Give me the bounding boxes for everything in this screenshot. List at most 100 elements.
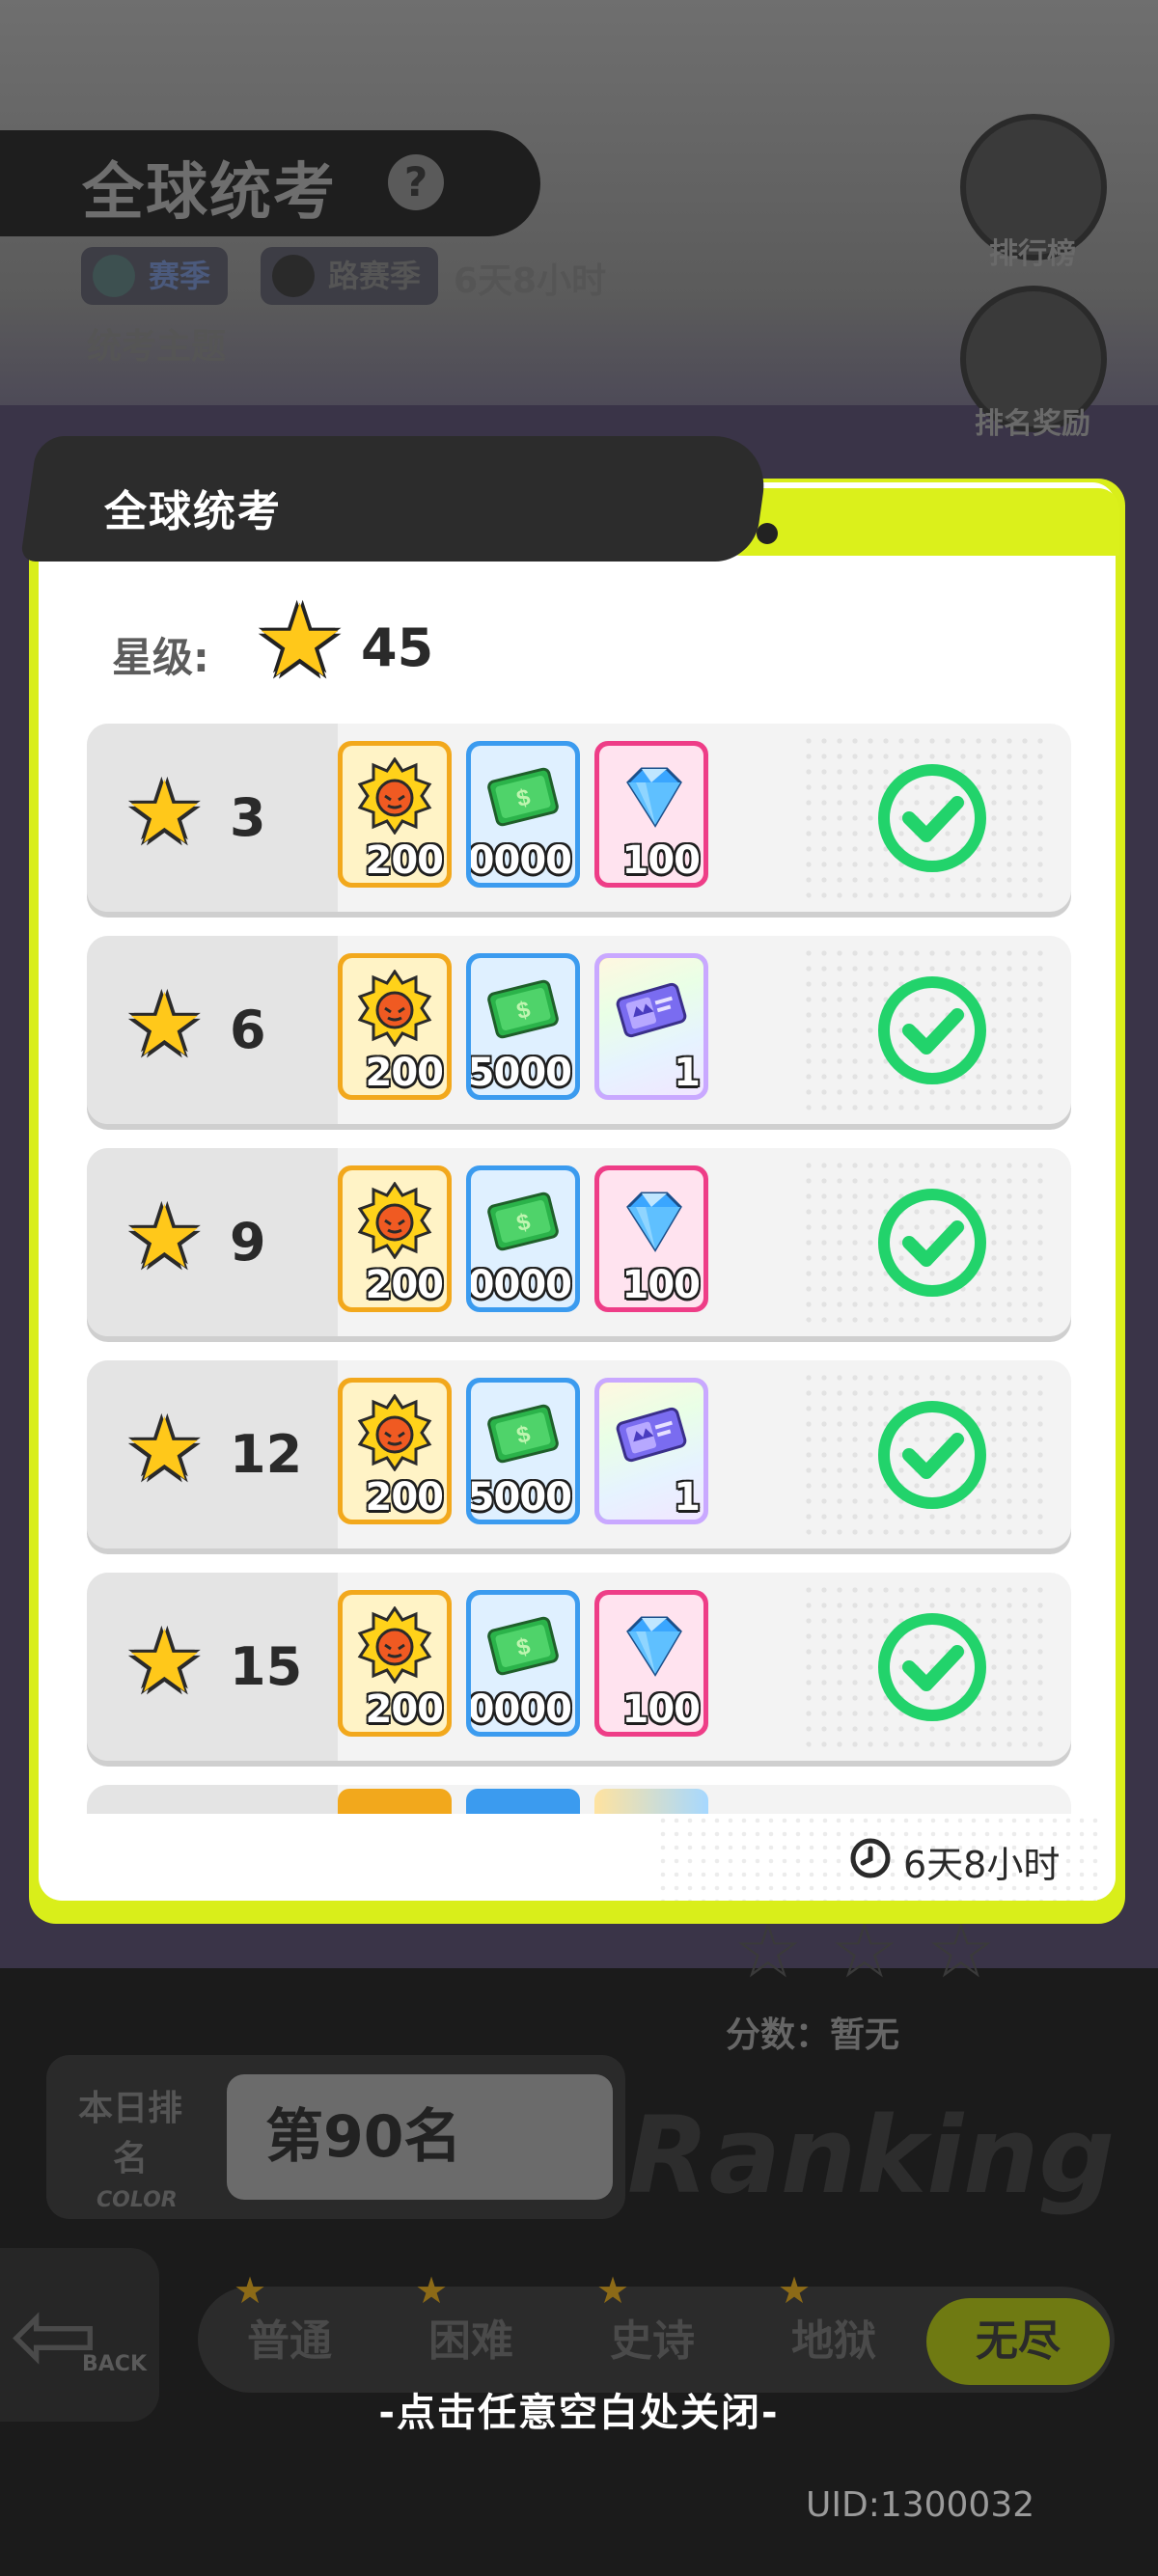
road-season-chip[interactable]: 路赛季: [261, 247, 439, 305]
reward-row-partial: [87, 1785, 1071, 1814]
reward-quantity: 100: [621, 1687, 701, 1732]
reward-item-inner: $25000: [471, 1383, 575, 1520]
reward-item-inner: 200: [343, 958, 447, 1095]
leaderboard-label: 排行榜: [989, 237, 1076, 271]
reward-quantity: 200: [365, 1687, 444, 1732]
cash-icon: $: [484, 757, 562, 835]
modal-header-dot: [757, 523, 778, 544]
bg-theme-label: 统考主题: [87, 327, 227, 367]
season-chip[interactable]: 赛季: [81, 247, 229, 305]
cash-icon: $: [484, 1182, 562, 1259]
reward-item-inner: 100: [599, 1595, 703, 1732]
tab-hard[interactable]: 困难: [428, 2306, 513, 2368]
gem-icon: [613, 1182, 690, 1259]
reward-item-badge[interactable]: 200: [338, 1378, 452, 1524]
reward-quantity: 100: [621, 1263, 701, 1307]
tab-endless[interactable]: 无尽: [926, 2298, 1110, 2385]
bg-ranking-word: Ranking: [627, 2094, 1116, 2217]
cash-icon: $: [484, 970, 562, 1047]
reward-item-ticket[interactable]: 1: [594, 1378, 708, 1524]
claimed-check-icon: [878, 1613, 986, 1721]
reward-row: ★ 15 200 $30000 100: [87, 1573, 1071, 1766]
reward-row-level: 6: [230, 1000, 266, 1060]
reward-item-inner: 200: [343, 1383, 447, 1520]
reward-row-level-panel: [87, 1785, 338, 1814]
gem-icon: [613, 757, 690, 835]
reward-item-partial: [594, 1789, 708, 1814]
reward-item-gem[interactable]: 100: [594, 1590, 708, 1737]
reward-item-ticket[interactable]: 1: [594, 953, 708, 1100]
reward-item-cash[interactable]: $10000: [466, 741, 580, 888]
gem-icon: [613, 1606, 690, 1684]
reward-item-cash[interactable]: $20000: [466, 1165, 580, 1312]
reward-item-inner: 1: [599, 958, 703, 1095]
star-icon: ★: [125, 1611, 204, 1713]
star-icon: ★: [125, 762, 204, 863]
reward-row: ★ 6 200 $15000 1: [87, 936, 1071, 1129]
reward-item-badge[interactable]: 200: [338, 1590, 452, 1737]
reward-item-cash[interactable]: $15000: [466, 953, 580, 1100]
reward-quantity: 200: [365, 1263, 444, 1307]
tab-normal[interactable]: 普通: [247, 2306, 332, 2368]
reward-item-badge[interactable]: 200: [338, 953, 452, 1100]
reward-quantity: 10000: [471, 838, 572, 883]
claimed-check-icon: [878, 764, 986, 872]
road-season-chip-label: 路赛季: [328, 258, 422, 294]
badge-icon: [356, 969, 433, 1048]
claimed-check-icon: [878, 1401, 986, 1509]
reward-item-gem[interactable]: 100: [594, 741, 708, 888]
reward-quantity: 100: [621, 838, 701, 883]
bg-daily-rank-tag: 本日排名: [77, 2089, 182, 2179]
star-icon: ★: [125, 1399, 204, 1500]
badge-icon: [356, 1605, 433, 1685]
reward-item-inner: 1: [599, 1383, 703, 1520]
reward-item-cash[interactable]: $30000: [466, 1590, 580, 1737]
star-level-label: 星级:: [112, 634, 209, 681]
reward-row-level: 9: [230, 1212, 266, 1273]
tab-hell[interactable]: 地狱: [791, 2306, 876, 2368]
claimed-check-icon: [878, 1189, 986, 1297]
close-hint[interactable]: -点击任意空白处关闭-: [0, 2381, 1158, 2437]
reward-row-level-panel: [87, 724, 338, 912]
reward-item-inner: 200: [343, 1595, 447, 1732]
reward-quantity: 25000: [471, 1475, 572, 1520]
badge-icon: [356, 1393, 433, 1472]
reward-item-inner: $30000: [471, 1595, 575, 1732]
road-season-icon: [272, 255, 315, 297]
modal-header-accent: [704, 488, 1119, 556]
reward-list[interactable]: ★ 3 200 $10000 100 ★ 6 200 $15000 1 ★ 9 200 $20000 100…: [87, 724, 1071, 1814]
reward-item-inner: $10000: [471, 746, 575, 883]
reward-item-inner: 100: [599, 746, 703, 883]
reward-item-badge[interactable]: 200: [338, 741, 452, 888]
reward-row: ★ 9 200 $20000 100: [87, 1148, 1071, 1341]
season-icon: [93, 255, 135, 297]
reward-item-badge[interactable]: 200: [338, 1165, 452, 1312]
rank-rewards-label: 排名奖励: [975, 407, 1090, 441]
clock-icon: [850, 1838, 891, 1878]
reward-quantity: 1: [674, 1475, 701, 1520]
reward-item-inner: $15000: [471, 958, 575, 1095]
star-icon: ★: [255, 582, 345, 699]
reward-item-inner: $20000: [471, 1170, 575, 1307]
tab-epic[interactable]: 史诗: [610, 2306, 695, 2368]
reward-quantity: 200: [365, 838, 444, 883]
bg-daily-rank-value: 第90名: [227, 2074, 613, 2200]
star-icon: ★: [125, 1187, 204, 1288]
ticket-icon: [613, 970, 690, 1047]
reward-quantity: 30000: [471, 1687, 572, 1732]
help-icon[interactable]: ?: [388, 154, 444, 210]
reward-row-level-panel: [87, 936, 338, 1124]
reward-item-gem[interactable]: 100: [594, 1165, 708, 1312]
star-level-value: 45: [361, 617, 434, 678]
reward-row: ★ 12 200 $25000 1: [87, 1360, 1071, 1553]
reward-item-inner: 200: [343, 746, 447, 883]
reward-item-partial: [338, 1789, 452, 1814]
reward-quantity: 1: [674, 1051, 701, 1095]
claimed-check-icon: [878, 976, 986, 1084]
reward-quantity: 15000: [471, 1051, 572, 1095]
reward-row-level: 12: [230, 1424, 303, 1485]
reward-item-cash[interactable]: $25000: [466, 1378, 580, 1524]
cash-icon: $: [484, 1606, 562, 1684]
bg-season-timer: 6天8小时: [454, 261, 607, 301]
modal-timer: 6天8小时: [903, 1844, 1061, 1886]
